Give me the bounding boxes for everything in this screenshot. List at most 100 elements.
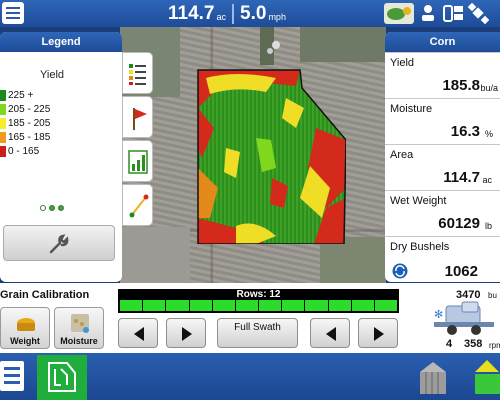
legend-swatch: [0, 89, 6, 101]
legend-range-label: 225 +: [8, 89, 34, 101]
flags-tab[interactable]: [122, 96, 153, 138]
legend-title: Legend: [0, 32, 122, 52]
area-unit: ac: [216, 12, 227, 22]
yield-row[interactable]: Yield 185.8 bu/a: [385, 52, 500, 98]
flag-icon: [133, 108, 147, 130]
right-widen-button[interactable]: [358, 318, 398, 348]
svg-text:✻: ✻: [434, 308, 443, 321]
moisture-label: Moisture: [390, 103, 433, 115]
guidance-tab[interactable]: [122, 184, 153, 226]
legend-item: 205 - 225: [0, 103, 50, 115]
row-sections: [120, 300, 398, 311]
area-value: 114.7: [168, 2, 215, 24]
weight-label: Weight: [10, 336, 40, 346]
connection-icon[interactable]: [418, 3, 439, 24]
crop-title: Corn: [385, 32, 500, 52]
rows-label: Rows: 12: [236, 289, 281, 300]
page-dot[interactable]: [58, 205, 64, 211]
row-section[interactable]: [120, 300, 143, 311]
legend-range-label: 165 - 185: [8, 131, 51, 143]
combine-icon[interactable]: ✻: [432, 300, 498, 338]
legend-item: 225 +: [0, 89, 33, 101]
grain-cup-icon: [71, 314, 89, 333]
row-section[interactable]: [374, 300, 398, 311]
yield-unit: bu/a: [480, 83, 498, 93]
legend-range-label: 185 - 205: [8, 117, 51, 129]
bushels-unit: bu: [488, 291, 497, 300]
gps-status-icon[interactable]: [384, 3, 414, 24]
refresh-icon[interactable]: [392, 263, 408, 279]
legend-swatch: [0, 131, 6, 143]
map-view-button[interactable]: [37, 355, 87, 400]
area-value: 114.7: [443, 169, 480, 186]
document-icon[interactable]: [0, 355, 30, 397]
row-section[interactable]: [143, 300, 166, 311]
moisture-label: Moisture: [60, 336, 98, 346]
area-label: Area: [390, 149, 414, 161]
chart-tab[interactable]: [122, 140, 153, 182]
grain-bin-icon[interactable]: [418, 360, 448, 396]
row-sections-bar[interactable]: Rows: 12: [118, 289, 399, 313]
page-dot[interactable]: [49, 205, 55, 211]
row-section[interactable]: [189, 300, 212, 311]
legend-swatch: [0, 103, 6, 115]
wet-weight-value: 60129: [438, 215, 480, 232]
scale-icon: [17, 318, 35, 331]
legend-range-label: 205 - 225: [8, 103, 51, 115]
legend-tab[interactable]: [122, 52, 153, 94]
arrow-left-icon: [134, 327, 144, 341]
rpm-value: 358: [464, 338, 483, 350]
settings-button[interactable]: [3, 225, 115, 261]
dry-bushels-row[interactable]: Dry Bushels 1062: [385, 236, 500, 282]
legend-panel: Legend Yield 225 + 205 - 225 185 - 205 165 …: [0, 32, 122, 282]
row-section[interactable]: [212, 300, 235, 311]
field-map[interactable]: [120, 27, 386, 283]
chart-icon: [128, 150, 148, 174]
full-swath-button[interactable]: Full Swath: [217, 318, 298, 348]
left-narrow-button[interactable]: [118, 318, 158, 348]
status-icons: [384, 2, 496, 25]
row-section[interactable]: [328, 300, 351, 311]
row-section[interactable]: [305, 300, 328, 311]
yield-label: Yield: [390, 57, 415, 69]
arrow-right-icon: [182, 327, 192, 341]
menu-icon[interactable]: [2, 2, 24, 24]
right-narrow-button[interactable]: [310, 318, 350, 348]
rpm-unit: rpm: [489, 341, 500, 350]
row-section[interactable]: [282, 300, 305, 311]
moisture-unit: %: [484, 129, 493, 139]
arrow-right-icon: [374, 327, 384, 341]
row-section[interactable]: [235, 300, 259, 311]
page-dot[interactable]: [40, 205, 46, 211]
dry-bushels-label: Dry Bushels: [390, 241, 450, 253]
wet-weight-unit: lb: [484, 221, 492, 231]
display-toggle-icon[interactable]: [443, 3, 464, 24]
field-map-icon: [48, 362, 76, 392]
left-widen-button[interactable]: [166, 318, 206, 348]
moisture-row[interactable]: Moisture 16.3 %: [385, 98, 500, 144]
divider: [232, 3, 235, 24]
row-section[interactable]: [166, 300, 189, 311]
legend-swatch: [0, 117, 6, 129]
area-unit: ac: [482, 175, 492, 185]
row-section[interactable]: [351, 300, 374, 311]
arrow-left-icon: [326, 327, 336, 341]
legend-item: 0 - 165: [0, 145, 39, 157]
moisture-value: 16.3: [450, 123, 480, 140]
row-section[interactable]: [259, 300, 282, 311]
area-row[interactable]: Area 114.7 ac: [385, 144, 500, 190]
speed-value: 5.0: [240, 2, 267, 24]
wet-weight-label: Wet Weight: [390, 195, 447, 207]
grain-tank-icon[interactable]: [475, 358, 500, 396]
speed-area-readout: 114.7 ac 5.0 mph: [168, 1, 338, 26]
legend-range-label: 0 - 165: [8, 145, 40, 157]
satellite-icon[interactable]: [467, 2, 490, 25]
wet-weight-row[interactable]: Wet Weight 60129 lb: [385, 190, 500, 236]
yield-map-field[interactable]: [196, 68, 346, 244]
weight-calibration-button[interactable]: Weight: [0, 307, 50, 349]
moisture-calibration-button[interactable]: Moisture: [54, 307, 104, 349]
speed-unit: mph: [268, 12, 286, 22]
legend-icon: [129, 64, 146, 85]
left-value: 4: [446, 338, 453, 350]
page-indicator[interactable]: [40, 205, 64, 211]
